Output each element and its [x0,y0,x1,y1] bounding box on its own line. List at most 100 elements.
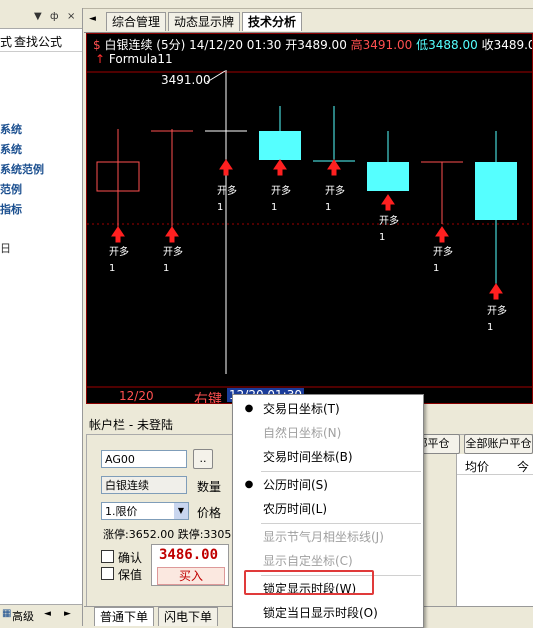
menu-item-trading-time-axis[interactable]: 交易时间坐标(B) [233,445,423,469]
pin-icon[interactable]: ф [50,11,59,22]
hedge-label: 保值 [118,568,143,582]
advanced-button[interactable]: 高级 [12,608,34,624]
chart-title: $ 白银连续 (5分) 14/12/20 01:30 开3489.00 高349… [93,36,532,53]
high-price-label: 3491.00 [161,73,211,87]
signal-text: 开多 [217,186,237,197]
left-panel: ▼ ф × 式 查找公式 系统 系统 系统范例 范例 指标 日 ▦ 高级 ◄ ► [0,8,83,627]
menu-item-label: 锁定当日显示时段(O) [263,606,378,620]
close-icon[interactable]: × [67,11,75,22]
left-panel-header: ▼ ф × [0,8,82,29]
menu-item-trading-day-axis[interactable]: ● 交易日坐标(T) [233,397,423,421]
signal-text: 开多 [487,306,507,317]
menu-item-label: 农历时间(L) [263,502,328,516]
kline-chart[interactable]: $ 白银连续 (5分) 14/12/20 01:30 开3489.00 高349… [86,33,533,404]
signal-label-8: 开多 1 [487,304,507,336]
signal-arrow-8 [489,283,503,300]
tab-flash-order[interactable]: 闪电下单 [158,607,219,626]
contract-field: 白银连续 [101,476,187,494]
positions-table: 均价 今 [456,454,533,608]
candle-4-body [259,131,301,160]
tab-normal-order[interactable]: 普通下单 [94,607,155,626]
chart-title-low: 低3488.00 [416,38,478,52]
menu-item-label: 公历时间(S) [263,478,328,492]
signal-arrow-6 [381,194,395,211]
signal-text: 开多 [379,216,399,227]
header-divider [457,474,533,475]
signal-arrow-4 [273,159,287,176]
list-item[interactable]: 系统 [0,121,22,137]
list-item[interactable]: 指标 [0,201,22,217]
signal-text: 开多 [271,186,291,197]
account-field[interactable]: AG00 [101,450,187,468]
chart-subtitle: ↑ Formula11 [95,52,173,66]
menu-item-lunar-time[interactable]: 农历时间(L) [233,497,423,521]
dropdown-icon[interactable]: ▼ [34,11,42,22]
confirm-checkbox[interactable] [101,550,114,563]
order-type-value: 1.限价 [105,505,138,518]
menu-item-solar-term-lines: 显示节气月相坐标线(J) [233,525,423,549]
left-panel-tabs: 式 查找公式 [0,29,82,52]
checked-dot-icon: ● [244,403,254,414]
menu-separator [261,523,421,524]
menu-item-gregorian-time[interactable]: ● 公历时间(S) [233,473,423,497]
account-title: 帐户栏 - 未登陆 [89,418,173,432]
signal-qty: 1 [379,232,386,243]
tab-formula-partial[interactable]: 式 [0,33,12,50]
column-header-avg-price: 均价 [465,460,490,474]
signal-text: 开多 [163,247,183,258]
signal-qty: 1 [271,202,278,213]
formula-arrow-icon: ↑ [95,52,106,66]
chevron-down-icon[interactable]: ▼ [174,503,188,519]
menu-item-label: 交易时间坐标(B) [263,450,353,464]
buy-button[interactable]: 买入 [157,567,225,585]
chart-title-main: 白银连续 (5分) 14/12/20 01:30 开3489.00 [104,38,347,52]
signal-text: 开多 [433,247,453,258]
signal-label-2: 开多 1 [163,245,183,277]
tab-technical-analysis[interactable]: 技术分析 [242,12,303,31]
menu-item-lock-today-period[interactable]: 锁定当日显示时段(O) [233,601,423,625]
tab-dynamic-board[interactable]: 动态显示牌 [168,12,241,31]
candle-6-body [367,162,409,191]
signal-qty: 1 [163,263,170,274]
signal-qty: 1 [433,263,440,274]
signal-label-7: 开多 1 [433,245,453,277]
highlight-box [244,570,374,595]
chart-title-close: 收3489.00 [481,38,532,52]
chart-title-high: 高3491.00 [350,38,413,52]
tab-scroll-left-icon[interactable]: ◄ [89,14,96,24]
signal-qty: 1 [325,202,332,213]
signal-label-4: 开多 1 [271,184,291,216]
signal-arrow-3 [219,159,233,176]
menu-item-label: 显示节气月相坐标线(J) [263,530,384,544]
chart-arrow-icon: $ [93,38,101,52]
signal-label-1: 开多 1 [109,245,129,277]
signal-arrow-1 [111,226,125,243]
tab-overview[interactable]: 综合管理 [106,12,167,31]
confirm-label: 确认 [118,551,143,565]
list-item[interactable]: 系统 [0,141,22,157]
signal-arrows [111,159,503,300]
scroll-right-icon[interactable]: ► [64,609,71,619]
view-tabs: ◄ 综合管理 动态显示牌 技术分析 [84,10,533,33]
signal-label-6: 开多 1 [379,214,399,246]
date-axis-label: 12/20 [119,389,154,403]
tab-find-formula[interactable]: 查找公式 [14,33,62,50]
list-item[interactable]: 范例 [0,181,22,197]
menu-item-label: 交易日坐标(T) [263,402,340,416]
signal-qty: 1 [487,322,494,333]
scroll-left-icon[interactable]: ◄ [44,609,51,619]
list-item[interactable]: 系统范例 [0,161,44,177]
price-value: 3486.00 [159,547,219,563]
side-label: 日 [0,242,11,255]
advanced-icon: ▦ [2,608,12,619]
signal-qty: 1 [217,202,224,213]
signal-arrow-7 [435,226,449,243]
signal-text: 开多 [109,247,129,258]
quantity-label: 数量 [197,480,222,494]
browse-button[interactable]: .. [193,449,213,469]
signal-text: 开多 [325,186,345,197]
close-all-accounts-button[interactable]: 全部账户平仓 [464,434,533,454]
order-type-select[interactable]: 1.限价 ▼ [101,502,189,520]
formula-name: Formula11 [108,52,173,66]
hedge-checkbox[interactable] [101,567,114,580]
